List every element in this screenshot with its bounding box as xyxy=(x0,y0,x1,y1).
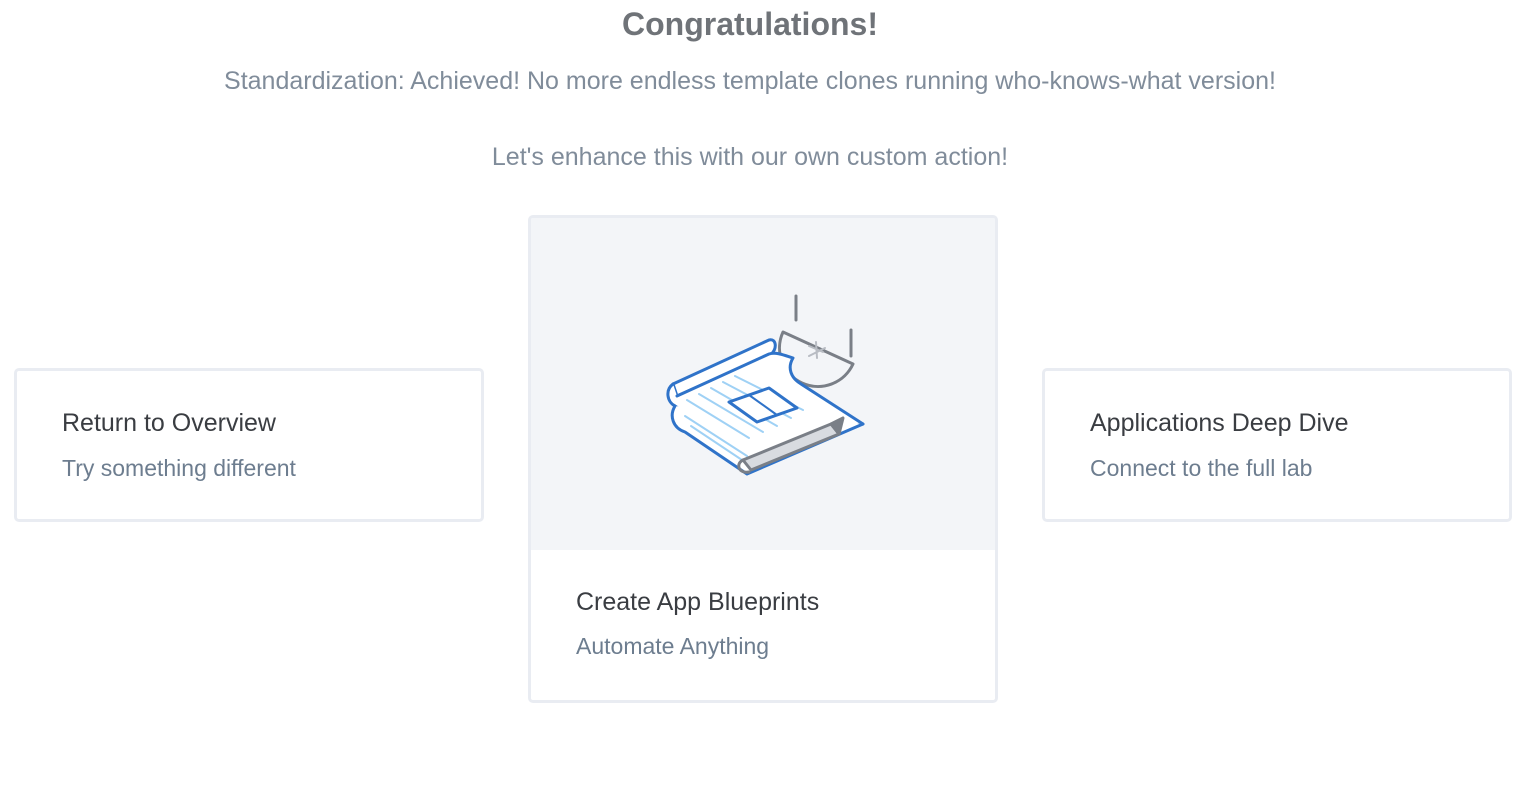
card-title: Return to Overview xyxy=(62,409,276,437)
applications-deep-dive-card[interactable]: Applications Deep Dive Connect to the fu… xyxy=(1042,368,1512,522)
card-subtitle: Try something different xyxy=(62,455,296,481)
card-illustration xyxy=(531,218,995,550)
return-to-overview-card[interactable]: Return to Overview Try something differe… xyxy=(14,368,484,522)
blueprint-icon xyxy=(666,294,865,476)
page-title: Congratulations! xyxy=(622,6,878,42)
intro-text: Standardization: Achieved! No more endle… xyxy=(224,67,1276,95)
card-subtitle: Automate Anything xyxy=(576,633,770,659)
create-app-blueprints-card[interactable]: Create App Blueprints Automate Anything xyxy=(528,215,998,703)
card-title: Applications Deep Dive xyxy=(1090,409,1349,437)
call-to-action-text: Let's enhance this with our own custom a… xyxy=(491,143,1009,171)
card-title: Create App Blueprints xyxy=(576,588,820,616)
card-subtitle: Connect to the full lab xyxy=(1090,455,1313,481)
